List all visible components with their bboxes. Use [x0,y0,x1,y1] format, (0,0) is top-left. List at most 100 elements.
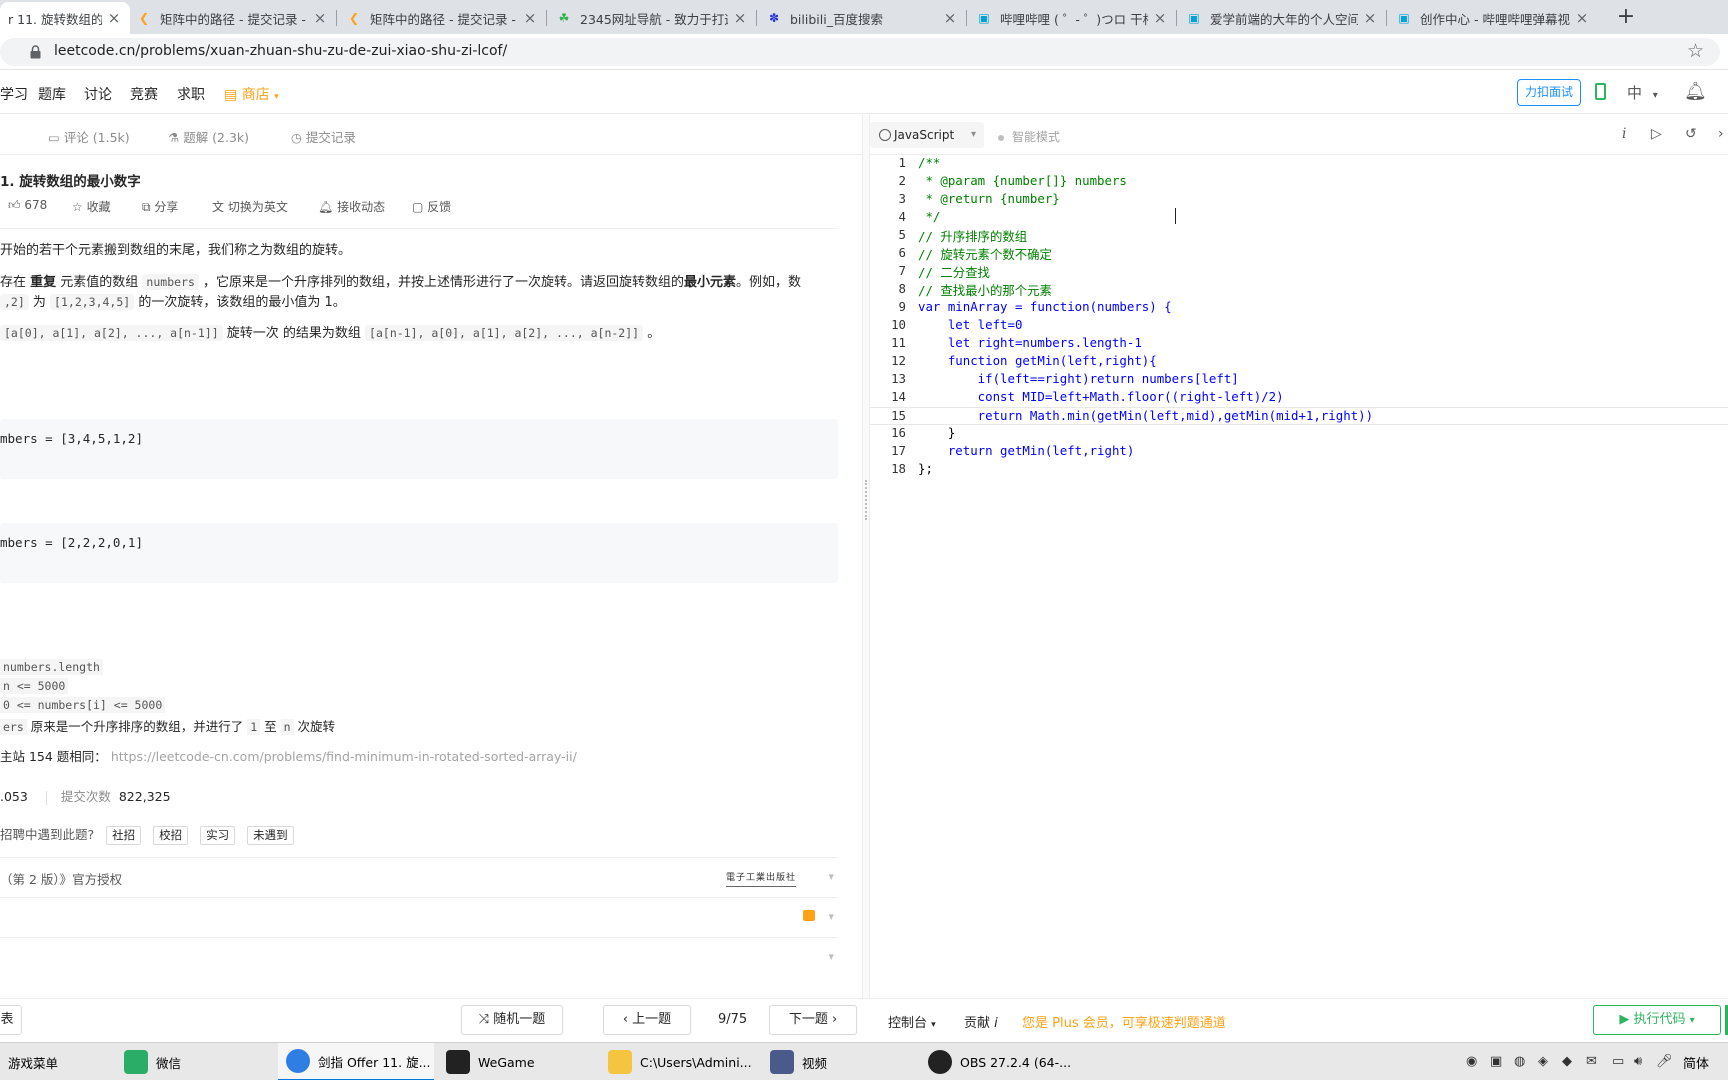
text: 次旋转 [293,719,336,734]
taskbar-app-wegame[interactable]: WeGame [438,1043,596,1080]
tab-solutions[interactable]: ⚗ 题解 (2.3k) [168,127,249,146]
browser-tab[interactable]: ☘ 2345网址导航 - 致力于打造 × [548,2,756,34]
feedback-button[interactable]: ▢ 反馈 [412,198,451,215]
lock-icon[interactable] [30,45,41,59]
chip-campus[interactable]: 校招 [153,826,189,845]
taskbar-app-obs[interactable]: OBS 27.2.4 (64-... [920,1043,1078,1080]
contribute-button[interactable]: 贡献 i [964,1012,998,1031]
close-icon[interactable]: × [1152,9,1168,27]
browser-tab[interactable]: ❮ 矩阵中的路径 - 提交记录 - × [128,2,336,34]
tab-submissions[interactable]: ◷ 提交记录 [291,127,356,146]
chevron-right-icon[interactable]: › [1718,126,1724,142]
taskbar-app-video[interactable]: 视频 [762,1043,912,1080]
prev-problem-button[interactable]: ‹ 上一题 [603,1005,691,1035]
url-field[interactable]: leetcode.cn/problems/xuan-zhuan-shu-zu-d… [0,38,1720,66]
switch-english-button[interactable]: 文 切换为英文 [212,198,288,215]
nav-item-shop[interactable]: ▤ 商店 ▾ [224,84,279,104]
new-tab-button[interactable]: + [1612,4,1640,32]
line-number: 18 [891,461,906,476]
tray-icon[interactable]: ◉ [1466,1054,1477,1069]
random-problem-button[interactable]: ⤨ 随机一题 [461,1005,563,1035]
close-icon[interactable]: × [522,9,538,27]
chip-social[interactable]: 社招 [106,826,142,845]
bookmark-star-icon[interactable]: ☆ [1687,40,1704,62]
taskbar-app-wechat[interactable]: 微信 [116,1043,274,1080]
problem-list-button[interactable]: 表 [0,1005,22,1035]
reset-icon[interactable]: ↺ [1685,126,1697,142]
pane-splitter[interactable] [862,115,870,998]
accordion-book[interactable]: （第 2 版）》官方授权 電子工業出版社 ▾ [0,857,838,897]
language-select[interactable]: JavaScript ▾ [870,122,984,148]
taskbar-app-browser[interactable]: 剑指 Offer 11. 旋... [278,1043,434,1080]
close-icon[interactable]: × [1574,9,1590,27]
nav-item-contest[interactable]: 竞赛 [130,84,158,104]
same-problem-link[interactable]: https://leetcode-cn.com/problems/find-mi… [111,749,577,764]
close-icon[interactable]: × [312,9,328,27]
close-icon[interactable]: × [106,9,122,27]
description-line: [a[0], a[1], a[2], ..., a[n-1]] 旋转一次 的结果… [0,323,660,344]
like-button[interactable]: 👍︎ 678 [8,198,47,213]
accordion-related[interactable]: ▾ [0,937,838,977]
bell-icon[interactable]: 🔔︎ [1684,81,1707,102]
tray-icon[interactable]: ▭ [1612,1054,1624,1069]
line-number: 3 [898,191,906,206]
tab-separator [336,10,337,26]
job-survey: 招聘中遇到此题? 社招 校招 实习 未遇到 [0,824,294,845]
description-line: 存在 重复 元素值的数组 numbers ，它原来是一个升序排列的数组，并按上述… [0,272,801,293]
play-icon[interactable]: ▷ [1651,126,1662,142]
editor-toolbar: JavaScript ▾ 智能模式 i ▷ ↺ › [870,115,1728,155]
divider [0,228,838,229]
app-label: 视频 [802,1055,828,1071]
tray-icon[interactable]: ◍ [1514,1054,1525,1069]
code-line: 10 let left=0 [870,317,1728,335]
nav-item-jobs[interactable]: 求职 [177,84,205,104]
browser-tab[interactable]: ▣ 爱学前端的大年的个人空间 × [1178,2,1386,34]
drag-handle[interactable] [865,480,867,520]
console-toggle[interactable]: 控制台 ▾ [888,1012,936,1031]
text-bold: 最小元素 [684,275,737,290]
nav-item-problems[interactable]: 题库 [38,84,66,104]
code-line: 12 function getMin(left,right){ [870,353,1728,371]
chip-not-met[interactable]: 未遇到 [247,826,294,845]
tray-icon[interactable]: ◆ [1562,1054,1572,1069]
chip-intern[interactable]: 实习 [200,826,236,845]
favorite-button[interactable]: ☆ 收藏 [72,198,111,215]
tab-title: 创作中心 - 哔哩哔哩弹幕视 [1420,11,1570,27]
run-code-button[interactable]: ▶ 执行代码 ▾ [1593,1005,1721,1035]
browser-tab[interactable]: ▣ 哔哩哔哩 ( ゜- ゜)つロ 干杯~ × [968,2,1176,34]
line-number: 2 [898,173,906,188]
ime-indicator[interactable]: 简体 [1683,1053,1709,1072]
app-label: WeGame [478,1054,535,1070]
browser-tab[interactable]: ▣ 创作中心 - 哔哩哔哩弹幕视 × [1388,2,1598,34]
tray-icon[interactable]: ✉ [1586,1054,1597,1069]
browser-tab-active[interactable]: r 11. 旋转数组的最 × [0,2,130,34]
microphone-icon[interactable]: 🎤︎ [1656,1054,1673,1069]
next-problem-button[interactable]: 下一题 › [769,1005,857,1035]
interview-button[interactable]: 力扣面试 [1517,79,1581,106]
tray-icon[interactable]: ▣ [1490,1054,1502,1069]
tray-icon[interactable]: ◈ [1538,1054,1548,1069]
browser-tab[interactable]: ✽ bilibili_百度搜索 × [758,2,966,34]
close-icon[interactable]: × [942,9,958,27]
close-icon[interactable]: × [1362,9,1378,27]
smart-mode-toggle[interactable]: 智能模式 [998,128,1060,145]
code-line: 3 * @return {number} [870,191,1728,209]
leetcode-icon: ❮ [348,11,360,25]
taskbar-app-game-menu[interactable]: 游戏菜单 [0,1043,114,1080]
subscribe-button[interactable]: 🔔︎ 接收动态 [318,198,385,215]
code-area[interactable]: 1 /** 2 * @param {number[]} numbers 3 * @… [870,155,1728,945]
line-number: 4 [898,209,906,224]
speaker-icon[interactable]: 🔊︎ [1634,1054,1642,1069]
share-button[interactable]: ⧉ 分享 [142,198,178,215]
nav-item-learn[interactable]: 学习 [0,84,28,104]
language-switch[interactable]: 中 ▾ [1627,82,1658,103]
accordion-locked[interactable]: ▾ [0,897,838,937]
info-icon[interactable]: i [1622,126,1626,142]
close-icon[interactable]: × [732,9,748,27]
text: 原来是一个升序排序的数组，并进行了 [26,719,248,734]
tab-comments[interactable]: ▭ 评论 (1.5k) [48,127,130,146]
browser-tab[interactable]: ❮ 矩阵中的路径 - 提交记录 - × [338,2,546,34]
nav-item-discuss[interactable]: 讨论 [84,84,112,104]
taskbar-app-explorer[interactable]: C:\Users\Admini... [600,1043,758,1080]
phone-icon[interactable] [1595,83,1606,100]
